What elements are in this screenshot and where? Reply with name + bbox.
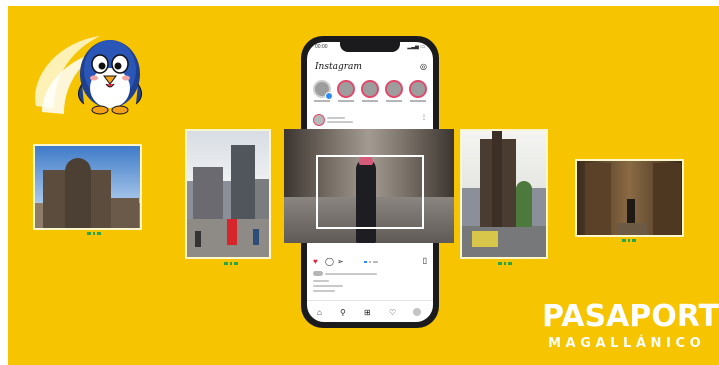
story-3[interactable] (385, 80, 403, 98)
story-2[interactable] (361, 80, 379, 98)
activity-icon[interactable]: ♡ (389, 308, 396, 317)
story-label (386, 100, 402, 102)
more-options-icon[interactable]: ⋮ (421, 114, 427, 121)
battery-icon: ▂▃▅ ▭ (407, 44, 425, 50)
brand-line1: PASAPORTE (542, 299, 719, 334)
photo-plaza-performer (185, 129, 271, 259)
search-icon[interactable]: ⚲ (340, 308, 346, 317)
liked-by-avatars (313, 271, 323, 276)
status-time: 00:00 (315, 44, 328, 50)
bottom-nav-divider (307, 300, 433, 301)
caption-line (313, 280, 329, 282)
likes-text (325, 273, 377, 275)
photo-evening-alley (575, 159, 684, 237)
carousel-dots (622, 239, 636, 242)
heart-icon[interactable]: ♥ (313, 257, 318, 266)
penguin-mascot-logo (35, 36, 142, 115)
photo-street-tram (460, 129, 548, 259)
story-label (362, 100, 378, 102)
home-icon[interactable]: ⌂ (317, 308, 322, 317)
story-label (338, 100, 354, 102)
story-label (410, 100, 426, 102)
post-photo-woman-street (284, 129, 454, 243)
story-label (314, 100, 330, 102)
photo-church-dome (33, 144, 142, 230)
carousel-dots (87, 232, 101, 235)
profile-icon[interactable] (413, 308, 421, 316)
banner: 00:00 ▂▃▅ ▭ Instagram ◎ ⋮ ♥ ◯ ➢ ▯ ⌂ ⚲ ⊞ … (8, 6, 719, 365)
comment-icon[interactable]: ◯ (325, 257, 334, 266)
story-1[interactable] (337, 80, 355, 98)
post-avatar[interactable] (313, 114, 325, 126)
phone-notch (340, 42, 400, 52)
post-username (327, 117, 345, 119)
bookmark-icon[interactable]: ▯ (423, 256, 427, 265)
caption-line (313, 285, 343, 287)
carousel-dots (498, 262, 512, 265)
brand-logo: PASAPORTE MAGALLÁNICO (542, 299, 719, 352)
brand-line2: MAGALLÁNICO (548, 336, 706, 351)
post-location (327, 121, 353, 123)
story-4[interactable] (409, 80, 427, 98)
app-title: Instagram (315, 62, 362, 72)
carousel-dots (224, 262, 238, 265)
messenger-icon[interactable]: ◎ (420, 62, 427, 71)
caption-line (313, 290, 335, 292)
share-icon[interactable]: ➢ (337, 257, 344, 266)
add-story-icon (325, 92, 333, 100)
post-carousel-dots (364, 261, 378, 263)
add-icon[interactable]: ⊞ (364, 308, 371, 317)
focus-frame (316, 155, 424, 229)
